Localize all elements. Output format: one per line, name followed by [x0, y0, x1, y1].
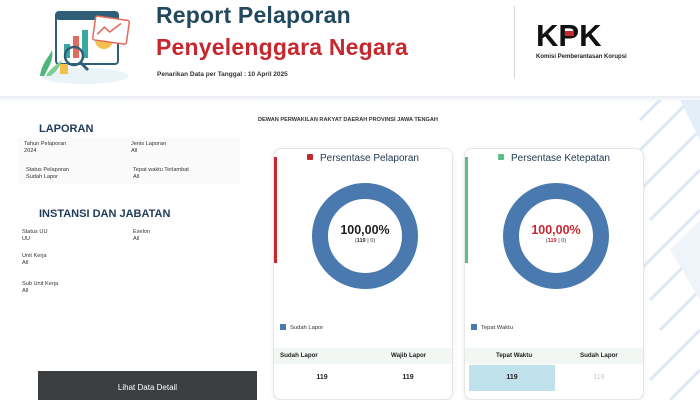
header-shadow [0, 96, 700, 102]
ketepatan-count: (119 | 0) [545, 238, 567, 244]
ketepatan-percent: 100,00% [531, 223, 581, 237]
persentase-ketepatan-title: Persentase Ketepatan [465, 149, 643, 167]
pelaporan-count-num: 119 [356, 238, 366, 244]
tepat-waktu-label: Tepat waktu Terlambat [133, 167, 189, 173]
status-pelaporan-value: Sudah Lapor [26, 174, 59, 180]
eselon-value: All [133, 236, 140, 242]
region-title: DEWAN PERWAKILAN RAKYAT DAERAH PROVINSI … [258, 117, 438, 123]
status-uu-label: Status UU [22, 229, 48, 235]
card-accent-red [274, 157, 277, 263]
sub-unit-kerja-label: Sub Unit Kerja [22, 281, 59, 287]
sub-unit-kerja-value: All [22, 288, 29, 294]
jenis-laporan-value: All [131, 148, 138, 154]
persentase-pelaporan-title: Persentase Pelaporan [274, 149, 452, 167]
sub-unit-kerja-filter[interactable]: Sub Unit Kerja All [22, 281, 58, 294]
lihat-data-detail-button[interactable]: Lihat Data Detail [38, 371, 257, 400]
legend-swatch-icon [471, 324, 477, 330]
sudah-lapor-value: 119 [316, 374, 328, 381]
laporan-section-title: LAPORAN [39, 123, 94, 135]
persentase-ketepatan-card: Persentase Ketepatan 100,00% (119 | 0) T… [464, 148, 644, 400]
instansi-section-title: INSTANSI DAN JABATAN [39, 208, 171, 220]
persentase-pelaporan-card: Persentase Pelaporan 100,00% (119 | 0) S… [273, 148, 453, 400]
kpk-logo-caption: Komisi Pemberantasan Korupsi [536, 54, 627, 60]
red-dot-icon [307, 154, 314, 160]
pelaporan-legend: Sudah Lapor [280, 324, 323, 331]
green-dot-icon [498, 154, 505, 160]
sudah-lapor-faded-value: 119 [593, 374, 605, 381]
tahun-pelaporan-label: Tahun Pelaporan [24, 141, 67, 147]
tepat-waktu-value: All [133, 174, 140, 180]
status-pelaporan-filter[interactable]: Status Pelaporan Sudah Lapor [26, 167, 69, 180]
report-header: Report Pelaporan Penyelenggara Negara Pe… [0, 0, 700, 96]
pelaporan-legend-label: Sudah Lapor [290, 325, 324, 331]
jenis-laporan-filter[interactable]: Jenis Laporan All [131, 141, 166, 154]
status-pelaporan-label: Status Pelaporan [26, 167, 69, 173]
report-title-line1: Report Pelaporan [156, 2, 351, 28]
sudah-lapor-label: Sudah Lapor [280, 352, 318, 359]
tahun-pelaporan-value: 2024 [24, 148, 37, 154]
status-uu-value: UU [22, 236, 31, 242]
ketepatan-legend: Tepat Waktu [471, 324, 513, 331]
pelaporan-count: (119 | 0) [354, 238, 376, 244]
wajib-lapor-label: Wajib Lapor [391, 352, 427, 359]
persentase-ketepatan-title-text: Persentase Ketepatan [511, 153, 610, 164]
tepat-waktu-value: 119 [506, 374, 518, 381]
unit-kerja-filter[interactable]: Unit Kerja All [22, 253, 47, 266]
status-uu-filter[interactable]: Status UU UU [22, 229, 48, 242]
persentase-pelaporan-title-text: Persentase Pelaporan [320, 153, 419, 164]
ketepatan-count-num: 119 [547, 238, 557, 244]
sudah-lapor-col-label: Sudah Lapor [580, 352, 618, 359]
header-divider [514, 6, 515, 78]
wajib-lapor-value: 119 [402, 374, 414, 381]
pelaporan-percent: 100,00% [340, 223, 390, 237]
ketepatan-legend-label: Tepat Waktu [481, 325, 514, 331]
eselon-label: Eselon [133, 229, 151, 235]
report-title-line2: Penyelenggara Negara [156, 34, 409, 60]
card-accent-green [465, 157, 468, 263]
legend-swatch-icon [280, 324, 286, 330]
jenis-laporan-label: Jenis Laporan [131, 141, 167, 147]
kpk-logo-icon: KPK [536, 18, 602, 52]
unit-kerja-label: Unit Kerja [22, 253, 47, 259]
report-illustration-icon [40, 11, 130, 84]
tepat-waktu-filter[interactable]: Tepat waktu Terlambat All [133, 167, 189, 180]
tahun-pelaporan-filter[interactable]: Tahun Pelaporan 2024 [24, 141, 66, 154]
tepat-waktu-col-label: Tepat Waktu [496, 352, 533, 359]
eselon-filter[interactable]: Eselon All [133, 229, 150, 242]
unit-kerja-value: All [22, 260, 29, 266]
data-date-label: Penarikan Data per Tanggal : 10 April 20… [157, 71, 288, 78]
